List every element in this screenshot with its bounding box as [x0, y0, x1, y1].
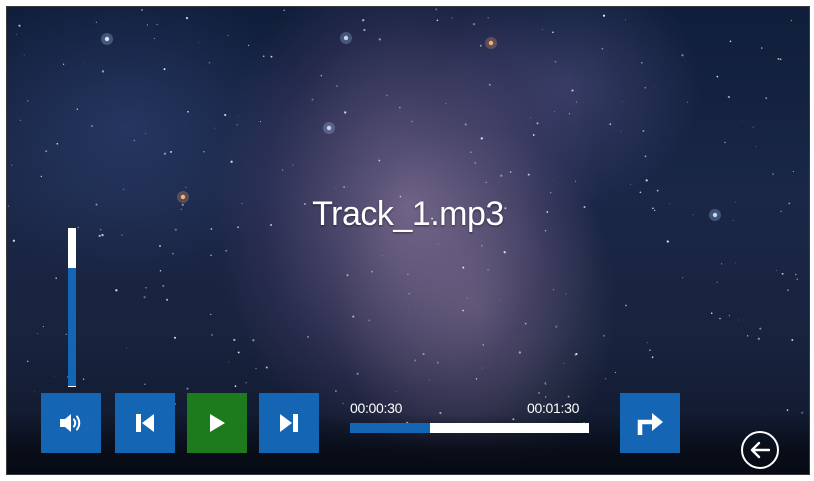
volume-slider[interactable]	[68, 228, 76, 387]
volume-slider-remaining	[68, 228, 76, 268]
total-time: 00:01:30	[527, 400, 580, 416]
track-progress-bar[interactable]	[350, 423, 589, 433]
skip-next-icon	[280, 414, 298, 432]
speaker-icon	[60, 414, 81, 432]
back-arrow-circle-icon	[750, 441, 771, 459]
previous-track-button[interactable]	[115, 393, 175, 453]
play-icon	[210, 414, 225, 432]
track-title: Track_1.mp3	[312, 195, 504, 233]
forward-arrow-icon	[637, 413, 663, 435]
share-button[interactable]	[620, 393, 680, 453]
track-progress-fill	[350, 423, 430, 433]
skip-previous-icon	[136, 414, 154, 432]
current-time: 00:00:30	[350, 400, 403, 416]
back-button[interactable]	[741, 431, 779, 469]
play-button[interactable]	[187, 393, 247, 453]
next-track-button[interactable]	[259, 393, 319, 453]
player-screen: Track_1.mp3 00:00:30 00:01:30	[6, 6, 810, 475]
volume-button[interactable]	[41, 393, 101, 453]
